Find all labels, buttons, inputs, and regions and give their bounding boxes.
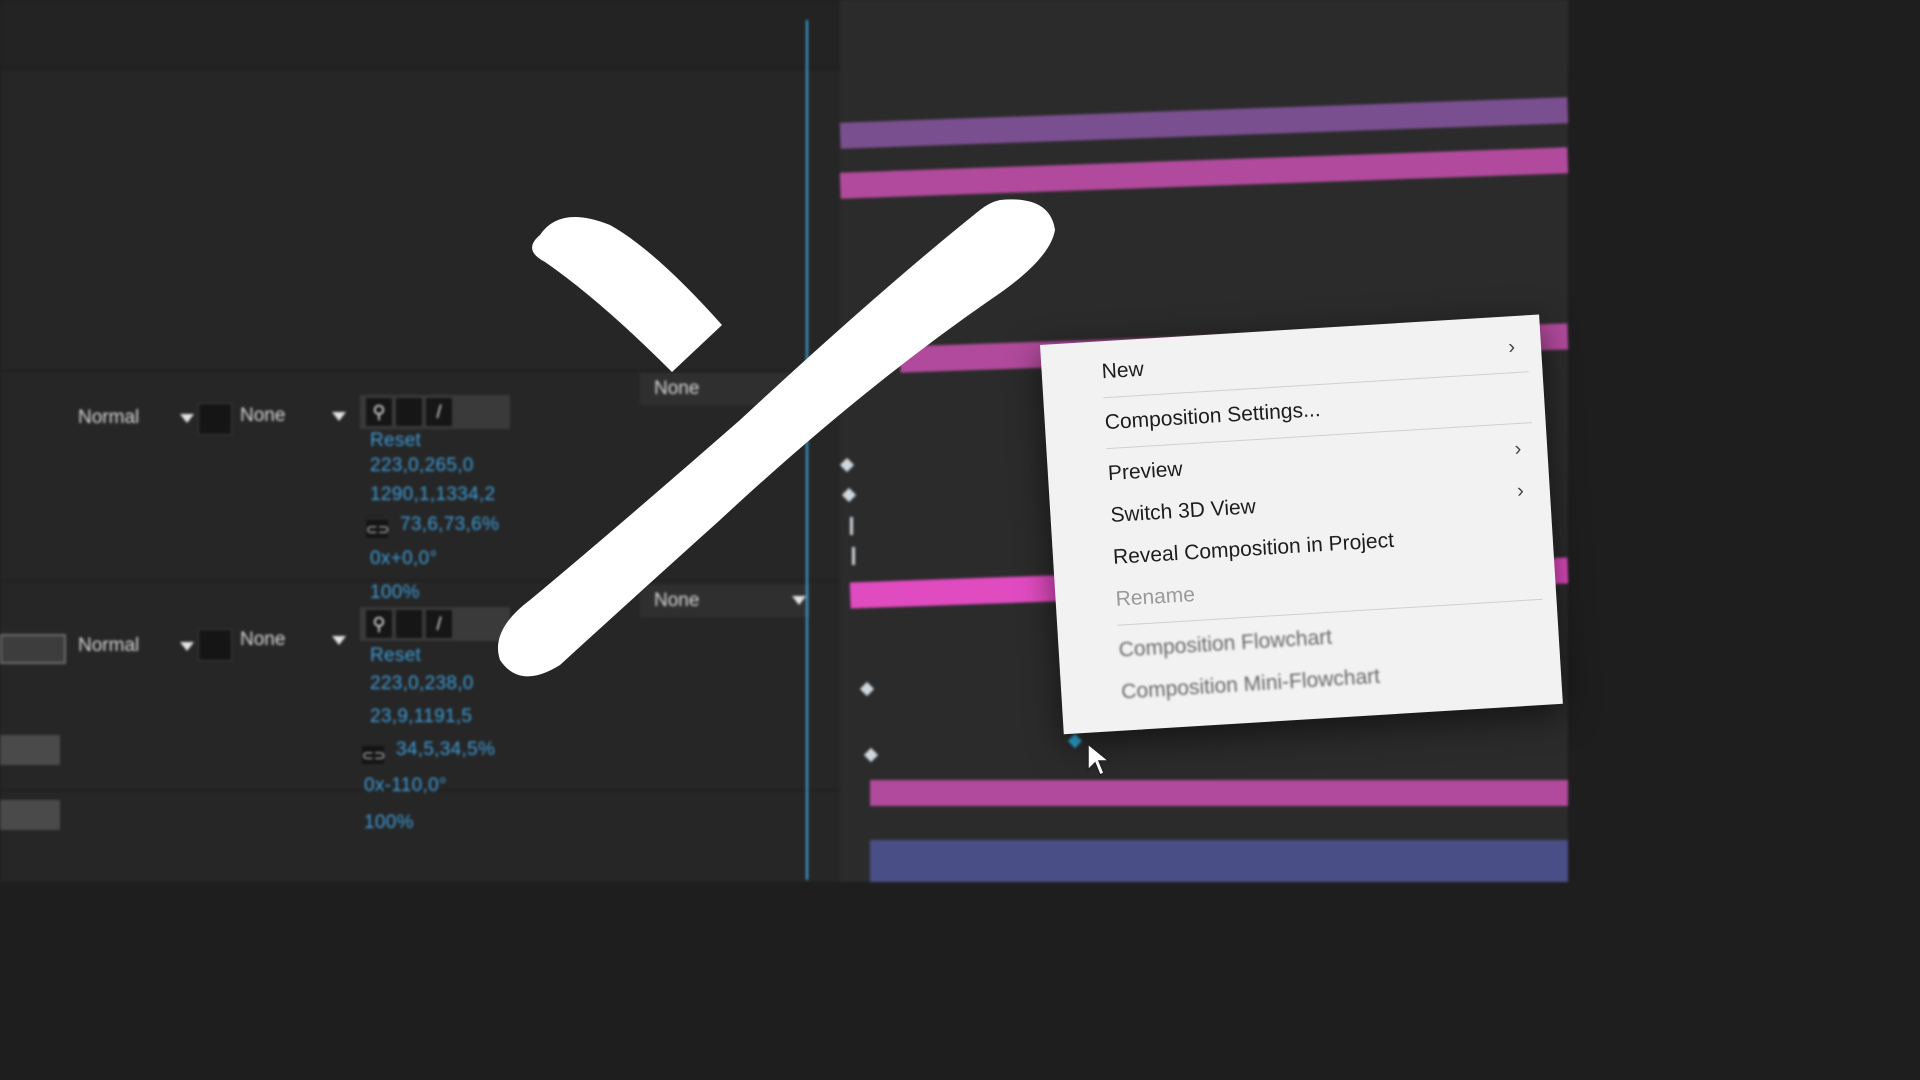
mouse-cursor-icon (1087, 742, 1112, 777)
menu-item-label: Composition Mini-Flowchart (1120, 664, 1381, 704)
chevron-right-icon: › (1507, 336, 1516, 359)
constrain-proportions-icon[interactable]: ⊂⊃ (362, 746, 385, 764)
keyframe-hold-icon[interactable] (852, 547, 855, 565)
chevron-down-icon (332, 412, 346, 421)
layer-duration-bar[interactable] (839, 97, 1569, 149)
anchor-point-value[interactable]: 223,0,265,0 (370, 455, 474, 477)
scale-value[interactable]: 73,6,73,6% (400, 514, 499, 536)
blend-mode-value: Normal (78, 635, 140, 656)
layer-name-field[interactable] (0, 735, 60, 765)
shy-icon[interactable]: ⚲ (366, 398, 392, 426)
chevron-down-icon (792, 384, 806, 393)
layer-duration-bar[interactable] (870, 780, 1568, 806)
preserve-transparency-toggle[interactable] (198, 403, 232, 435)
track-matte-value: None (240, 405, 286, 426)
anchor-point-value[interactable]: 223,0,238,0 (370, 673, 474, 695)
shy-icon[interactable]: ⚲ (366, 610, 392, 638)
rotation-value[interactable]: 0x-110,0° (364, 775, 447, 797)
menu-item-label: New (1101, 357, 1145, 384)
opacity-value[interactable]: 100% (364, 812, 414, 834)
scale-value[interactable]: 34,5,34,5% (396, 739, 495, 761)
chevron-right-icon: › (1516, 479, 1525, 503)
opacity-value[interactable]: 100% (370, 582, 420, 604)
menu-item-label: Switch 3D View (1109, 495, 1257, 527)
quality-icon[interactable]: / (426, 610, 452, 638)
collapse-toggle[interactable] (396, 398, 422, 426)
position-value[interactable]: 1290,1,1334,2 (370, 484, 495, 506)
menu-item-label: Composition Settings... (1104, 398, 1322, 435)
chevron-down-icon (332, 636, 346, 645)
anchor-reset-link[interactable]: Reset (370, 430, 421, 452)
anchor-reset-link[interactable]: Reset (370, 645, 421, 667)
parent-dropdown[interactable]: None (640, 585, 810, 617)
rotation-value[interactable]: 0x+0,0° (370, 548, 437, 570)
collapse-toggle[interactable] (396, 610, 422, 638)
chevron-right-icon: › (1513, 437, 1522, 461)
position-value[interactable]: 23,9,1191,5 (370, 706, 472, 728)
layer-duration-bar[interactable] (870, 840, 1568, 882)
layer-switches: ⚲ / (360, 395, 510, 429)
layer-name-field[interactable] (0, 800, 60, 830)
menu-item-label: Rename (1114, 583, 1196, 611)
quality-icon[interactable]: / (426, 398, 452, 426)
layer-switches: ⚲ / (360, 607, 510, 641)
parent-dropdown[interactable]: None (640, 373, 810, 405)
track-matte-dropdown[interactable]: None (240, 401, 350, 431)
chevron-down-icon (180, 414, 194, 423)
preserve-transparency-toggle[interactable] (198, 629, 232, 661)
keyframe-hold-icon[interactable] (850, 517, 853, 535)
chevron-down-icon (792, 596, 806, 605)
menu-item-label: Preview (1107, 457, 1184, 486)
parent-value: None (654, 378, 700, 399)
blend-mode-dropdown[interactable]: Normal (78, 403, 198, 433)
context-menu: New › Composition Settings... Preview › … (1040, 314, 1563, 735)
blend-mode-value: Normal (78, 407, 140, 428)
constrain-proportions-icon[interactable]: ⊂⊃ (366, 520, 389, 538)
menu-item-label: Composition Flowchart (1118, 625, 1333, 662)
playhead[interactable] (806, 20, 808, 880)
blend-mode-dropdown[interactable]: Normal (78, 631, 198, 661)
chevron-down-icon (180, 642, 194, 651)
layer-duration-bar[interactable] (839, 147, 1569, 199)
parent-value: None (654, 590, 700, 611)
menu-item-label: Reveal Composition in Project (1112, 528, 1395, 569)
track-matte-dropdown[interactable]: None (240, 625, 350, 655)
track-matte-value: None (240, 629, 286, 650)
